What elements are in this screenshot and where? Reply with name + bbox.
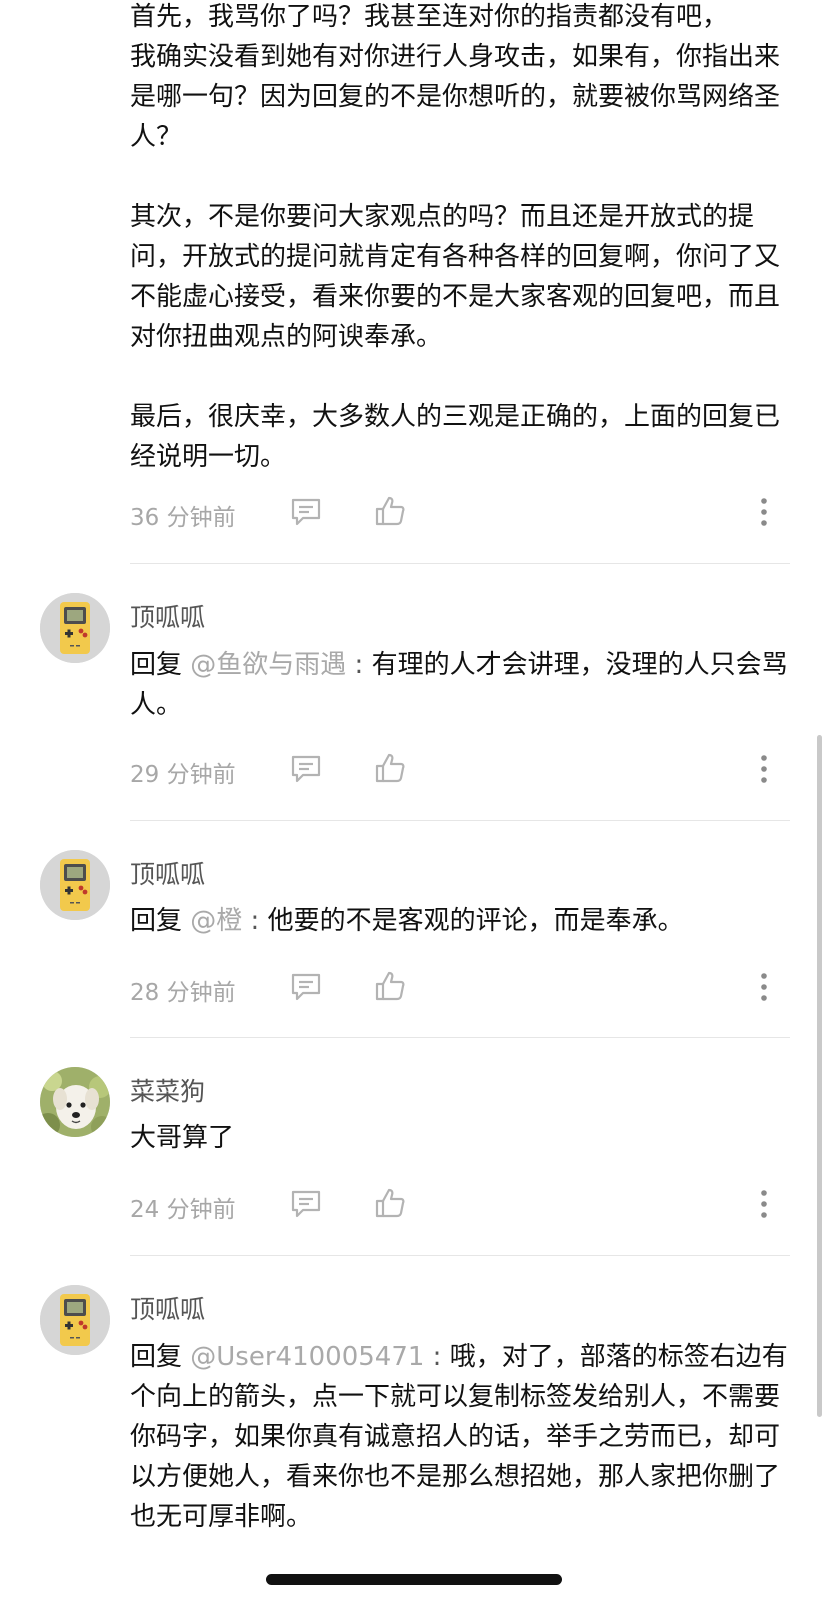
username[interactable]: 菜菜狗 [130, 1072, 205, 1108]
divider [130, 1255, 790, 1256]
more-vertical-icon[interactable] [757, 971, 771, 1003]
comment-icon[interactable] [290, 497, 322, 527]
divider [130, 1037, 790, 1038]
scrollbar[interactable] [817, 735, 822, 1417]
mention-link[interactable]: @橙 [190, 906, 242, 936]
more-vertical-icon[interactable] [757, 496, 771, 528]
gameboy-avatar[interactable] [40, 1285, 110, 1355]
comment-time: 24 分钟前 [130, 1197, 236, 1223]
more-vertical-icon[interactable] [757, 753, 771, 785]
comment-meta: 28 分钟前 [130, 967, 790, 1007]
gameboy-avatar[interactable] [40, 850, 110, 920]
comment-time: 28 分钟前 [130, 980, 236, 1006]
separator: : [242, 906, 268, 936]
separator: : [346, 650, 372, 680]
thumbs-up-icon[interactable] [374, 495, 406, 527]
comment-icon[interactable] [290, 1189, 322, 1219]
reply-prefix: 回复 [130, 1342, 191, 1372]
divider [130, 820, 790, 821]
reply-prefix: 回复 [130, 906, 191, 936]
reply-prefix: 回复 [130, 650, 191, 680]
divider [130, 563, 790, 564]
mention-link[interactable]: @User410005471 [190, 1342, 424, 1372]
comment-text: 大哥算了 [130, 1123, 235, 1153]
dog-avatar[interactable] [40, 1067, 110, 1137]
comment-meta: 29 分钟前 [130, 749, 790, 789]
mention-link[interactable]: @鱼欲与雨遇 [190, 650, 346, 680]
thumbs-up-icon[interactable] [374, 1187, 406, 1219]
comment-text: 回复 @User410005471 : 哦，对了，部落的标签右边有个向上的箭头，… [130, 1337, 790, 1537]
thumbs-up-icon[interactable] [374, 752, 406, 784]
comment-icon[interactable] [290, 972, 322, 1002]
username[interactable]: 顶呱呱 [130, 598, 205, 634]
username[interactable]: 顶呱呱 [130, 1290, 205, 1326]
thumbs-up-icon[interactable] [374, 970, 406, 1002]
comment-time: 36 分钟前 [130, 505, 236, 531]
comment-icon[interactable] [290, 754, 322, 784]
more-vertical-icon[interactable] [757, 1188, 771, 1220]
home-indicator[interactable] [266, 1574, 562, 1585]
comment-text: 回复 @橙 : 他要的不是客观的评论，而是奉承。 [130, 901, 790, 941]
comment-content: 他要的不是客观的评论，而是奉承。 [267, 906, 684, 936]
comment-meta: 24 分钟前 [130, 1184, 790, 1224]
username[interactable]: 顶呱呱 [130, 855, 205, 891]
comment-meta: 36 分钟前 [130, 492, 790, 532]
separator: : [424, 1342, 450, 1372]
comment-text: 回复 @鱼欲与雨遇 : 有理的人才会讲理，没理的人只会骂人。 [130, 645, 790, 725]
comment-time: 29 分钟前 [130, 762, 236, 788]
gameboy-avatar[interactable] [40, 593, 110, 663]
comment-text: 首先，我骂你了吗？我甚至连对你的指责都没有吧， 我确实没看到她有对你进行人身攻击… [130, 2, 781, 472]
